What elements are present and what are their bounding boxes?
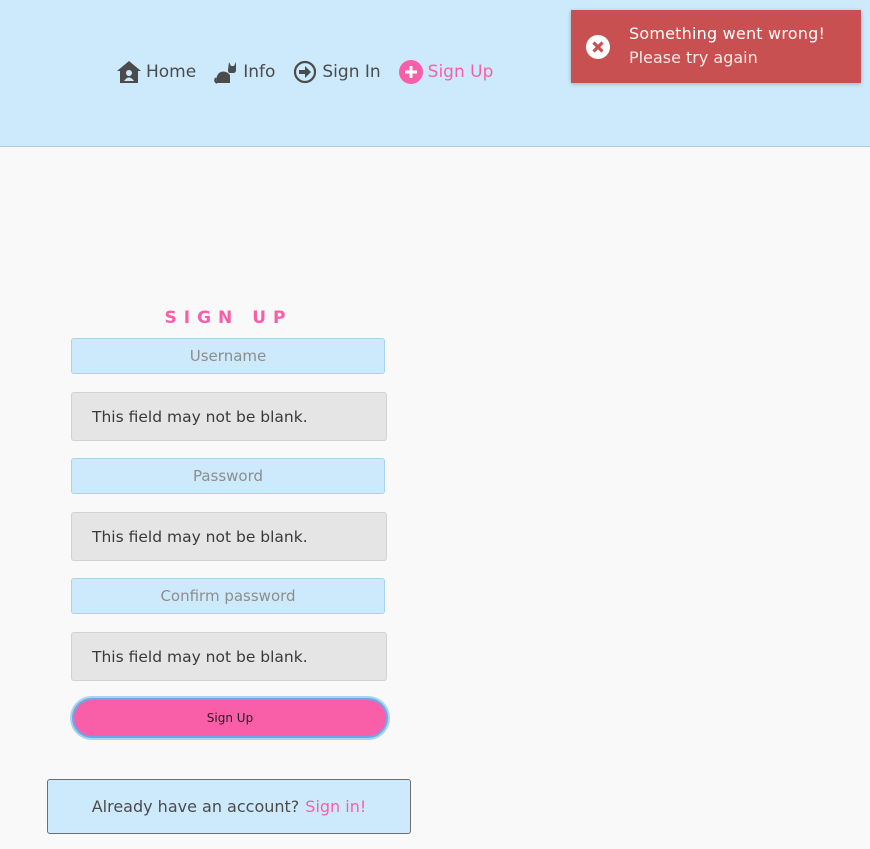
- error-toast[interactable]: Something went wrong! Please try again: [571, 10, 861, 83]
- confirm-password-error: This field may not be blank.: [71, 632, 387, 681]
- signin-prompt: Already have an account? Sign in!: [47, 779, 411, 834]
- arrow-circle-right-icon: [292, 59, 318, 85]
- plus-circle-icon: [398, 59, 424, 85]
- username-input[interactable]: [71, 338, 385, 374]
- nav-item-signin[interactable]: Sign In: [292, 59, 381, 85]
- home-user-icon: [116, 59, 142, 85]
- password-error: This field may not be blank.: [71, 512, 387, 561]
- toast-message: Please try again: [629, 48, 758, 67]
- confirm-password-input[interactable]: [71, 578, 385, 614]
- toast-title: Something went wrong!: [629, 24, 826, 43]
- nav-item-home-label: Home: [146, 62, 197, 82]
- close-circle-icon[interactable]: [586, 35, 610, 59]
- signin-prompt-text: Already have an account?: [91, 797, 300, 816]
- nav-item-info[interactable]: Info: [213, 59, 275, 85]
- nav-item-info-label: Info: [243, 62, 276, 82]
- form-title: SIGN UP: [164, 308, 293, 328]
- sign-up-button[interactable]: Sign Up: [72, 698, 388, 738]
- nav-item-signin-label: Sign In: [322, 62, 381, 82]
- cat-icon: [213, 59, 239, 85]
- nav-item-signup[interactable]: Sign Up: [398, 59, 494, 85]
- nav-item-home[interactable]: Home: [116, 59, 196, 85]
- nav-menu: Home Info Sign In Sign Up: [116, 56, 510, 88]
- signin-link[interactable]: Sign in!: [305, 797, 366, 816]
- password-input[interactable]: [71, 458, 385, 494]
- username-error: This field may not be blank.: [71, 392, 387, 441]
- nav-item-signup-label: Sign Up: [427, 62, 494, 82]
